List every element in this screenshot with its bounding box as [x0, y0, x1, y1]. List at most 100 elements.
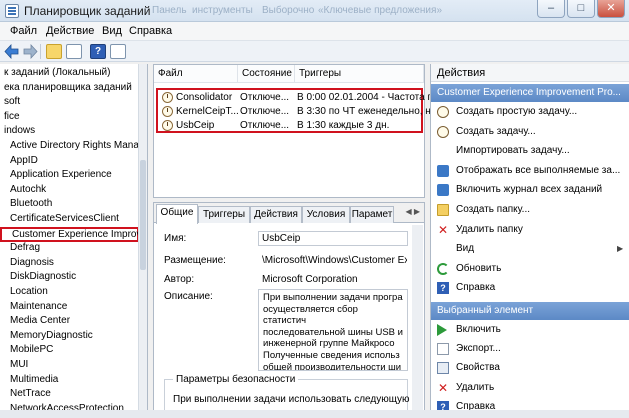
- action-item[interactable]: ✕ Удалить: [431, 380, 629, 396]
- tree-item[interactable]: NetTrace: [0, 387, 51, 401]
- task-scheduler-icon: [5, 4, 19, 18]
- action-item[interactable]: Импортировать задачу...: [431, 143, 629, 159]
- action-label: Включить: [456, 324, 501, 335]
- action-item[interactable]: Свойства: [431, 360, 629, 376]
- ghost-title-text: Панель: [152, 5, 187, 16]
- close-button[interactable]: ✕: [597, 0, 625, 18]
- tab-conditions[interactable]: Условия: [302, 206, 350, 223]
- action-item[interactable]: Создать простую задачу...: [431, 104, 629, 120]
- blank-icon: [437, 243, 449, 255]
- properties-scrollbar[interactable]: [412, 225, 423, 417]
- action-item[interactable]: Обновить: [431, 261, 629, 277]
- table-row[interactable]: UsbCeip Отключе... В 1:30 каждые 3 дн.: [158, 119, 421, 133]
- tree-item[interactable]: AppID: [0, 154, 38, 168]
- tree-scrollbar-thumb[interactable]: [140, 160, 146, 270]
- action-pane-icon[interactable]: [110, 44, 126, 59]
- horizontal-scrollbar[interactable]: [0, 410, 629, 418]
- description-line: последовательной шины USB и: [263, 326, 403, 338]
- tree-item[interactable]: soft: [0, 95, 20, 109]
- action-item[interactable]: Создать папку...: [431, 202, 629, 218]
- toolbar: ?: [0, 41, 629, 62]
- action-item[interactable]: Экспорт...: [431, 341, 629, 357]
- clock-icon: [437, 106, 449, 118]
- actions-header: Действия: [431, 64, 629, 82]
- tree-item[interactable]: Location: [0, 285, 48, 299]
- tree-item[interactable]: Autochk: [0, 183, 46, 197]
- tree-item[interactable]: MobilePC: [0, 343, 53, 357]
- title-bar: Планировщик заданий Панель инструменты В…: [0, 0, 629, 22]
- tree-item[interactable]: Bluetooth: [0, 197, 52, 211]
- column-header-state[interactable]: Состояние: [238, 65, 295, 83]
- column-header-triggers[interactable]: Триггеры: [295, 65, 424, 83]
- table-row[interactable]: KernelCeipT... Отключе... В 3:30 по ЧТ е…: [158, 105, 436, 119]
- minimize-button[interactable]: –: [537, 0, 565, 18]
- help-icon[interactable]: ?: [90, 44, 106, 59]
- action-item[interactable]: ✕ Удалить папку: [431, 222, 629, 238]
- clock-icon: [162, 106, 173, 117]
- task-properties: Общие Триггеры Действия Условия Парамет …: [153, 202, 425, 418]
- action-item[interactable]: ? Справка: [431, 280, 629, 296]
- action-item[interactable]: Вид ▶: [431, 241, 629, 257]
- tree-item[interactable]: Active Directory Rights Mana: [0, 139, 139, 153]
- tab-actions[interactable]: Действия: [250, 206, 302, 223]
- column-header-file[interactable]: Файл: [154, 65, 238, 83]
- menu-help[interactable]: Справка: [129, 25, 172, 37]
- tab-triggers[interactable]: Триггеры: [198, 206, 250, 223]
- tree-item[interactable]: к заданий (Локальный): [0, 66, 110, 80]
- tree-item[interactable]: Defrag: [0, 241, 40, 255]
- security-options-title: Параметры безопасности: [173, 374, 299, 385]
- action-label: Создать задачу...: [456, 125, 536, 137]
- tree-item[interactable]: MemoryDiagnostic: [0, 329, 93, 343]
- delete-icon: ✕: [437, 380, 449, 395]
- tree-item[interactable]: Customer Experience Improv: [0, 226, 142, 242]
- tree-item[interactable]: indows: [0, 124, 35, 138]
- up-folder-icon[interactable]: [46, 44, 62, 59]
- toolbar-separator: [40, 44, 41, 59]
- tree-item[interactable]: DiskDiagnostic: [0, 270, 76, 284]
- action-label: Удалить: [456, 381, 495, 393]
- tree-item[interactable]: MUI: [0, 358, 28, 372]
- maximize-button[interactable]: □: [567, 0, 595, 18]
- menu-bar: Файл Действие Вид Справка: [0, 22, 629, 41]
- action-label: Экспорт...: [456, 343, 501, 355]
- task-trigger: В 3:30 по ЧТ еженедельно, на: [297, 106, 437, 117]
- description-line: общей производительности ши: [263, 361, 402, 371]
- action-item[interactable]: Отображать все выполняемые за...: [431, 163, 629, 179]
- menu-view[interactable]: Вид: [102, 25, 122, 37]
- console-tree-icon[interactable]: [66, 44, 82, 59]
- task-trigger: В 1:30 каждые 3 дн.: [297, 120, 390, 131]
- tree-scrollbar[interactable]: [138, 64, 147, 418]
- action-item[interactable]: Включить журнал всех заданий: [431, 182, 629, 198]
- tree-item[interactable]: Diagnosis: [0, 256, 54, 270]
- name-label: Имя:: [164, 233, 187, 244]
- description-line: При выполнении задачи програ: [263, 292, 403, 303]
- tree-item[interactable]: fice: [0, 110, 20, 124]
- menu-action[interactable]: Действие: [46, 25, 94, 37]
- tree-item[interactable]: Media Center: [0, 314, 70, 328]
- description-line: осуществляется сбор статистич: [263, 303, 358, 327]
- action-item[interactable]: Включить: [431, 322, 629, 338]
- back-arrow-icon[interactable]: [4, 43, 20, 60]
- description-field[interactable]: При выполнении задачи програ осуществляе…: [258, 289, 408, 371]
- menu-file[interactable]: Файл: [10, 25, 37, 37]
- tree-item[interactable]: ека планировщика заданий: [0, 81, 132, 95]
- actions-group-selected-item[interactable]: Выбранный элемент: [431, 302, 629, 320]
- tab-scroll-arrows[interactable]: ◀ ▶: [405, 207, 420, 216]
- author-value: Microsoft Corporation: [258, 272, 408, 287]
- tree-item[interactable]: Maintenance: [0, 300, 67, 314]
- clock-icon: [162, 120, 173, 131]
- tab-settings[interactable]: Парамет: [350, 206, 394, 223]
- forward-arrow-icon[interactable]: [22, 43, 38, 60]
- action-item[interactable]: Создать задачу...: [431, 124, 629, 140]
- action-label: Создать папку...: [456, 204, 530, 215]
- tree-item[interactable]: CertificateServicesClient: [0, 212, 119, 226]
- actions-group-folder[interactable]: Customer Experience Improvement Pro...: [431, 84, 629, 102]
- author-label: Автор:: [164, 274, 195, 285]
- tab-general[interactable]: Общие: [156, 204, 198, 224]
- description-label: Описание:: [164, 291, 213, 302]
- tree-item[interactable]: Multimedia: [0, 373, 58, 387]
- tree-item[interactable]: Application Experience: [0, 168, 112, 182]
- table-row[interactable]: Consolidator Отключе... В 0:00 02.01.200…: [158, 91, 433, 105]
- name-field[interactable]: UsbCeip: [258, 231, 408, 246]
- properties-icon: [437, 362, 449, 375]
